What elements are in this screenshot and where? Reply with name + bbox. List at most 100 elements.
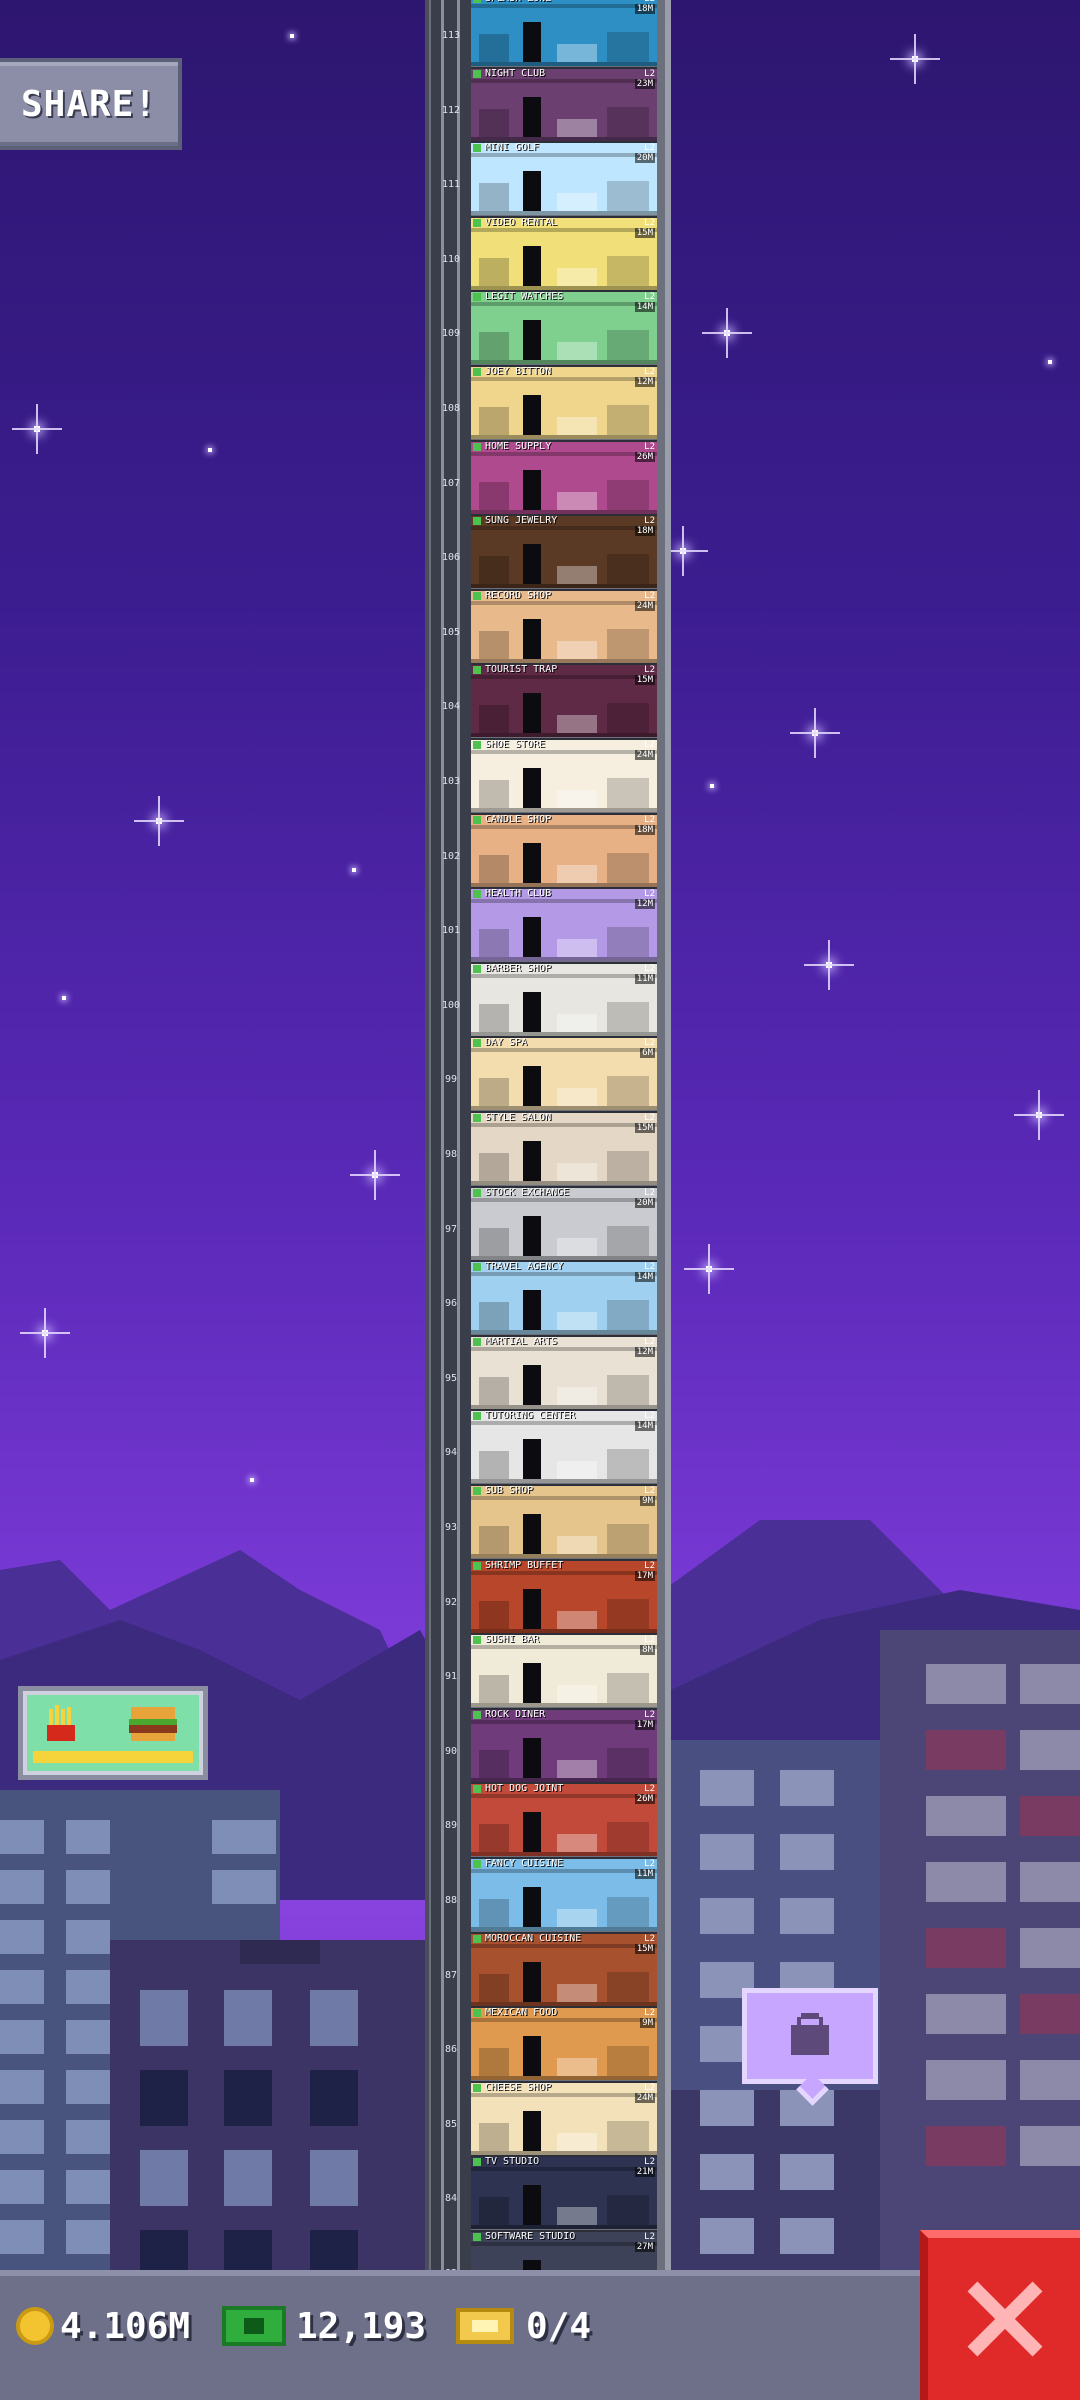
floor-row[interactable]: CANDLE SHOP L2 18M [471, 812, 657, 887]
floor-row[interactable]: SUSHI BAR L2 8M [471, 1633, 657, 1708]
check-icon [473, 1785, 481, 1794]
window [66, 1820, 110, 1854]
window [0, 1870, 44, 1904]
floor-row[interactable]: LEGIT WATCHES L2 14M [471, 290, 657, 365]
window [1020, 1664, 1080, 1704]
floor-base [471, 1927, 657, 1931]
floor-door [523, 693, 541, 734]
window [224, 2070, 272, 2126]
floor-level: L2 [644, 217, 655, 228]
floor-name: TOURIST TRAP [485, 664, 558, 676]
shelf-icon [479, 1153, 509, 1181]
floor-row[interactable]: RECORD SHOP L2 24M [471, 588, 657, 663]
floor-level: L2 [644, 1262, 655, 1273]
check-icon [473, 890, 481, 899]
window [926, 1664, 1006, 1704]
floor-row[interactable]: DAY SPA L2 6M [471, 1036, 657, 1111]
floor-name: ROCK DINER [485, 1708, 546, 1720]
floor-timer: 6M [640, 1048, 655, 1059]
window [926, 1928, 1006, 1968]
counter-icon [557, 118, 597, 137]
floor-row[interactable]: STYLE SALON L2 15M [471, 1111, 657, 1185]
floor-row[interactable]: MOROCCAN CUISINE L2 15M [471, 1931, 657, 2006]
shelf-icon [479, 34, 509, 62]
billboard-stripe [33, 1751, 193, 1763]
floor-row[interactable]: TOURIST TRAP L2 15M [471, 663, 657, 738]
share-button[interactable]: SHARE! [0, 58, 182, 150]
floor-row[interactable]: MINI GOLF L2 20M [471, 141, 657, 216]
floor-row[interactable]: BARBER SHOP L2 11M [471, 961, 657, 1036]
star-icon [1048, 360, 1052, 364]
floor-row[interactable]: TV STUDIO L2 21M [471, 2155, 657, 2230]
floor-base [471, 285, 657, 290]
floor-row[interactable]: STOCK EXCHANGE L2 20M [471, 1185, 657, 1260]
star-icon [12, 404, 62, 454]
floor-row[interactable]: SHOE STORE L2 24M [471, 738, 657, 812]
floor-name: STYLE SALON [485, 1112, 552, 1123]
counter-icon [557, 640, 597, 659]
shelf-icon [479, 1824, 509, 1853]
elevator-shaft[interactable] [431, 0, 471, 2270]
floor-timer: 14M [634, 1421, 655, 1432]
window [926, 2126, 1006, 2166]
counter-icon [557, 44, 597, 62]
counter-icon [557, 491, 597, 510]
window [0, 2070, 44, 2104]
counter-icon [557, 1461, 597, 1480]
floor-row[interactable]: JOEY BITTON L2 12M [471, 365, 657, 439]
floor-row[interactable]: HEALTH CLUB L2 12M [471, 887, 657, 962]
check-icon [473, 1636, 481, 1645]
floor-row[interactable]: TUTORING CENTER L2 14M [471, 1409, 657, 1484]
floor-row[interactable]: TRAVEL AGENCY L2 14M [471, 1260, 657, 1335]
floor-base [471, 1703, 657, 1708]
floor-row[interactable]: MEXICAN FOOD L2 9M [471, 2006, 657, 2081]
billboard-panel [27, 1695, 199, 1771]
floor-row[interactable]: ROCK DINER L2 17M [471, 1707, 657, 1782]
floor-door [523, 1514, 541, 1554]
ticket-icon [456, 2308, 514, 2344]
star-icon [684, 1244, 734, 1294]
floor-header-strip [471, 1719, 657, 1724]
floor-row[interactable]: NIGHT CLUB L2 23M [471, 66, 657, 141]
floor-door [523, 1588, 541, 1629]
floor-header-strip [471, 78, 657, 83]
floor-level: L2 [644, 68, 655, 79]
floor-door [523, 469, 541, 510]
floor-row[interactable]: SPLASH ZONEL218M [471, 0, 657, 66]
check-icon [473, 144, 481, 153]
display-icon [607, 479, 649, 510]
window [224, 1990, 272, 2046]
floor-row[interactable]: CHEESE SHOP L2 24M [471, 2080, 657, 2155]
floor-row[interactable]: VIDEO RENTAL L2 15M [471, 215, 657, 290]
bag-notification-bubble[interactable] [742, 1988, 878, 2084]
floor-name: HOME SUPPLY [485, 440, 552, 452]
floor-row[interactable]: SUNG JEWELRY L2 18M [471, 514, 657, 589]
shelf-icon [479, 481, 509, 510]
floor-number: 85 [444, 2118, 458, 2130]
counter-icon [557, 566, 597, 585]
floor-number: 102 [441, 850, 461, 862]
floor-header-strip [471, 600, 657, 605]
close-button[interactable] [920, 2230, 1080, 2400]
check-icon [473, 1934, 481, 1943]
display-icon [607, 32, 649, 62]
display-icon [607, 1300, 649, 1331]
floor-row[interactable]: FANCY CUISINE L2 11M [471, 1857, 657, 1931]
floor-name: SHOE STORE [485, 739, 546, 750]
floor-level: L2 [644, 1486, 655, 1496]
window [1020, 2126, 1080, 2166]
display-icon [607, 703, 649, 734]
floor-row[interactable]: MARTIAL ARTS L2 12M [471, 1334, 657, 1409]
floor-timer: 15M [634, 1943, 655, 1954]
floor-row[interactable]: HOME SUPPLY L2 26M [471, 439, 657, 514]
floor-row[interactable]: SUB SHOP L2 9M [471, 1484, 657, 1558]
window [66, 1870, 110, 1904]
floor-row[interactable]: SHRIMP BUFFET L2 17M [471, 1558, 657, 1633]
floor-base [471, 2076, 657, 2081]
floor-row[interactable]: HOT DOG JOINT L2 26M [471, 1782, 657, 1857]
floor-number: 89 [444, 1820, 458, 1832]
shelf-icon [479, 854, 509, 883]
check-icon [473, 218, 481, 227]
floor-timer: 21M [634, 2167, 655, 2178]
display-icon [607, 1598, 649, 1629]
